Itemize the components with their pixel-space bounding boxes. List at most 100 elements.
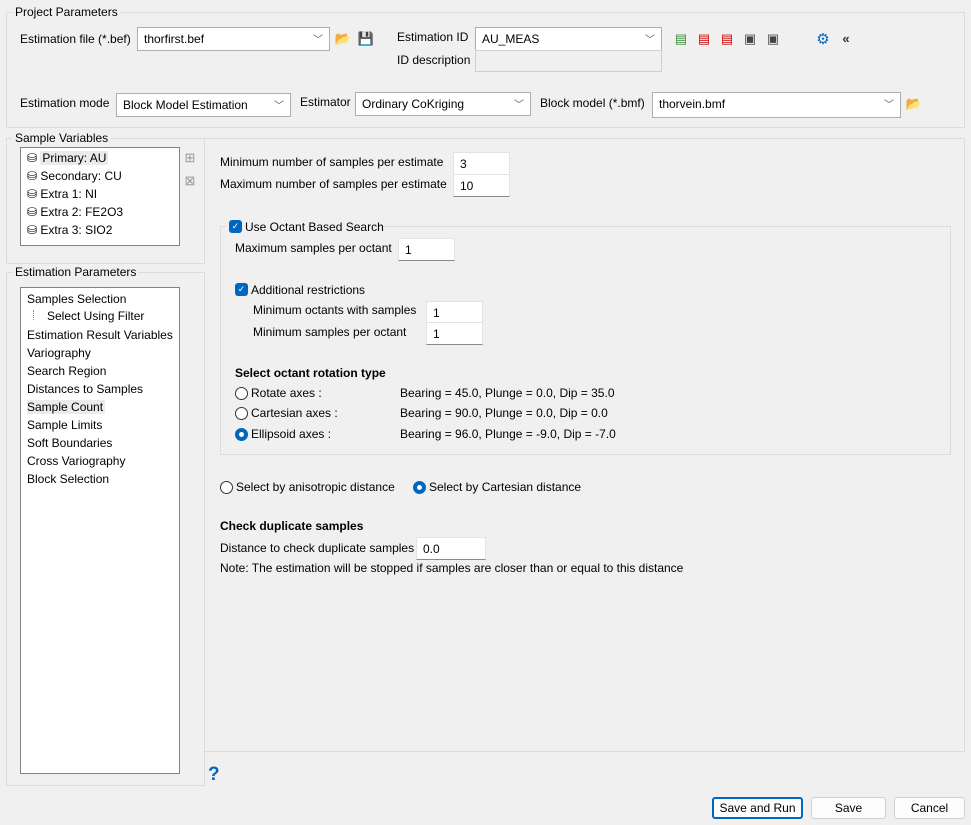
rotate-axes-value: Bearing = 45.0, Plunge = 0.0, Dip = 35.0 — [400, 386, 615, 400]
max-samples-input[interactable]: 10 — [453, 174, 510, 197]
tree-item[interactable]: Soft Boundaries — [27, 436, 112, 450]
duplicate-distance-label: Distance to check duplicate samples — [220, 541, 415, 555]
duplicate-distance-input[interactable]: 0.0 — [416, 537, 486, 560]
list-item[interactable]: ⛁ Primary: AU — [27, 151, 109, 165]
min-per-octant-input[interactable]: 1 — [426, 322, 483, 345]
group-title: Estimation Parameters — [13, 265, 139, 279]
open-folder-icon[interactable]: 📂 — [906, 96, 922, 112]
min-per-octant-label: Minimum samples per octant — [253, 325, 407, 339]
tree-item[interactable]: Select Using Filter — [33, 309, 145, 323]
octant-search-group — [220, 226, 951, 455]
add-id-icon[interactable]: ▤ — [673, 31, 689, 47]
item-label: Secondary: CU — [40, 169, 122, 183]
estimation-file-label: Estimation file (*.bef) — [20, 32, 131, 46]
min-octants-label: Minimum octants with samples — [253, 303, 417, 317]
block-model-value: thorvein.bmf — [659, 97, 726, 111]
tree-item-selected[interactable]: Sample Count — [27, 400, 106, 414]
octant-search-label: Use Octant Based Search — [245, 220, 384, 234]
remove-variable-icon[interactable]: ⊠ — [182, 173, 198, 189]
estimation-parameters-tree: Samples Selection Select Using Filter Es… — [20, 287, 180, 774]
save-id-icon[interactable]: ▣ — [742, 31, 758, 47]
ellipsoid-axes-label: Ellipsoid axes : — [251, 427, 332, 441]
group-title: Sample Variables — [13, 131, 111, 145]
cartesian-distance-label: Select by Cartesian distance — [429, 480, 582, 494]
delete-all-ids-icon[interactable]: ▤ — [719, 31, 735, 47]
tree-item[interactable]: Samples Selection — [27, 292, 126, 306]
id-description-label: ID description — [397, 53, 471, 67]
id-description-field[interactable] — [475, 50, 662, 72]
item-label: Extra 2: FE2O3 — [40, 205, 124, 219]
anisotropic-distance-label: Select by anisotropic distance — [236, 480, 395, 494]
estimation-id-label: Estimation ID — [397, 30, 469, 44]
estimator-value: Ordinary CoKriging — [362, 97, 465, 111]
chevron-down-icon: ﹀ — [274, 101, 284, 112]
estimation-file-value: thorfirst.bef — [144, 32, 205, 46]
estimation-mode-label: Estimation mode — [20, 96, 110, 110]
chevron-down-icon: ﹀ — [514, 100, 524, 111]
additional-restrictions-checkbox[interactable]: ✓ — [235, 283, 248, 296]
chevron-down-icon: ﹀ — [884, 100, 894, 111]
item-label: Select Using Filter — [47, 309, 145, 323]
list-item[interactable]: ⛁ Extra 1: NI — [27, 187, 97, 201]
rotate-axes-radio[interactable] — [235, 387, 248, 400]
item-label: Extra 1: NI — [40, 187, 98, 201]
save-and-run-button[interactable]: Save and Run — [712, 797, 803, 819]
cartesian-axes-label: Cartesian axes : — [251, 406, 338, 420]
min-samples-input[interactable]: 3 — [453, 152, 510, 175]
database-icon: ⛁ — [27, 151, 38, 165]
tree-item[interactable]: Estimation Result Variables — [27, 328, 173, 342]
save-disk-icon[interactable]: 💾 — [358, 31, 374, 47]
list-item[interactable]: ⛁ Extra 3: SIO2 — [27, 223, 112, 237]
group-title: Project Parameters — [13, 5, 120, 19]
estimation-mode-combo[interactable]: Block Model Estimation ﹀ — [116, 93, 291, 117]
cartesian-distance-radio[interactable] — [413, 481, 426, 494]
ellipsoid-axes-radio[interactable] — [235, 428, 248, 441]
database-icon: ⛁ — [27, 205, 38, 219]
rotation-heading: Select octant rotation type — [235, 366, 386, 380]
cartesian-axes-value: Bearing = 90.0, Plunge = 0.0, Dip = 0.0 — [400, 406, 608, 420]
chevron-down-icon: ﹀ — [645, 35, 655, 46]
list-item[interactable]: ⛁ Secondary: CU — [27, 169, 122, 183]
estimation-id-combo[interactable]: AU_MEAS ﹀ — [475, 27, 662, 51]
help-icon[interactable]: ? — [208, 764, 220, 786]
database-icon: ⛁ — [27, 169, 38, 183]
estimation-file-combo[interactable]: thorfirst.bef ﹀ — [137, 27, 330, 51]
item-label: Extra 3: SIO2 — [40, 223, 113, 237]
save-as-id-icon[interactable]: ▣ — [765, 31, 781, 47]
duplicate-heading: Check duplicate samples — [220, 519, 364, 533]
max-per-octant-input[interactable]: 1 — [398, 238, 455, 261]
estimation-mode-value: Block Model Estimation — [123, 98, 248, 112]
open-folder-icon[interactable]: 📂 — [335, 31, 351, 47]
tree-item[interactable]: Distances to Samples — [27, 382, 143, 396]
octant-search-checkbox[interactable]: ✓ — [229, 220, 242, 233]
tree-item[interactable]: Block Selection — [27, 472, 109, 486]
delete-id-icon[interactable]: ▤ — [696, 31, 712, 47]
list-item[interactable]: ⛁ Extra 2: FE2O3 — [27, 205, 123, 219]
add-variable-icon[interactable]: ⊞ — [182, 150, 198, 166]
gear-icon[interactable]: ⚙ — [815, 31, 831, 48]
block-model-combo[interactable]: thorvein.bmf ﹀ — [652, 92, 901, 118]
database-icon: ⛁ — [27, 187, 38, 201]
cartesian-axes-radio[interactable] — [235, 407, 248, 420]
database-icon: ⛁ — [27, 223, 38, 237]
min-samples-label: Minimum number of samples per estimate — [220, 155, 444, 169]
min-octants-input[interactable]: 1 — [426, 301, 483, 324]
duplicate-note: Note: The estimation will be stopped if … — [220, 561, 684, 575]
sample-variables-list: ⛁ Primary: AU ⛁ Secondary: CU ⛁ Extra 1:… — [20, 147, 180, 246]
anisotropic-distance-radio[interactable] — [220, 481, 233, 494]
estimator-combo[interactable]: Ordinary CoKriging ﹀ — [355, 92, 531, 116]
estimation-id-value: AU_MEAS — [482, 32, 540, 46]
block-model-label: Block model (*.bmf) — [540, 96, 645, 110]
tree-item[interactable]: Cross Variography — [27, 454, 125, 468]
collapse-icon[interactable]: « — [838, 30, 854, 46]
tree-item[interactable]: Sample Limits — [27, 418, 102, 432]
ellipsoid-axes-value: Bearing = 96.0, Plunge = -9.0, Dip = -7.… — [400, 427, 616, 441]
save-button[interactable]: Save — [811, 797, 886, 819]
tree-item[interactable]: Variography — [27, 346, 91, 360]
cancel-button[interactable]: Cancel — [894, 797, 965, 819]
tree-item[interactable]: Search Region — [27, 364, 106, 378]
max-samples-label: Maximum number of samples per estimate — [220, 177, 447, 191]
rotate-axes-label: Rotate axes : — [251, 386, 322, 400]
estimator-label: Estimator — [300, 95, 351, 109]
max-per-octant-label: Maximum samples per octant — [235, 241, 392, 255]
